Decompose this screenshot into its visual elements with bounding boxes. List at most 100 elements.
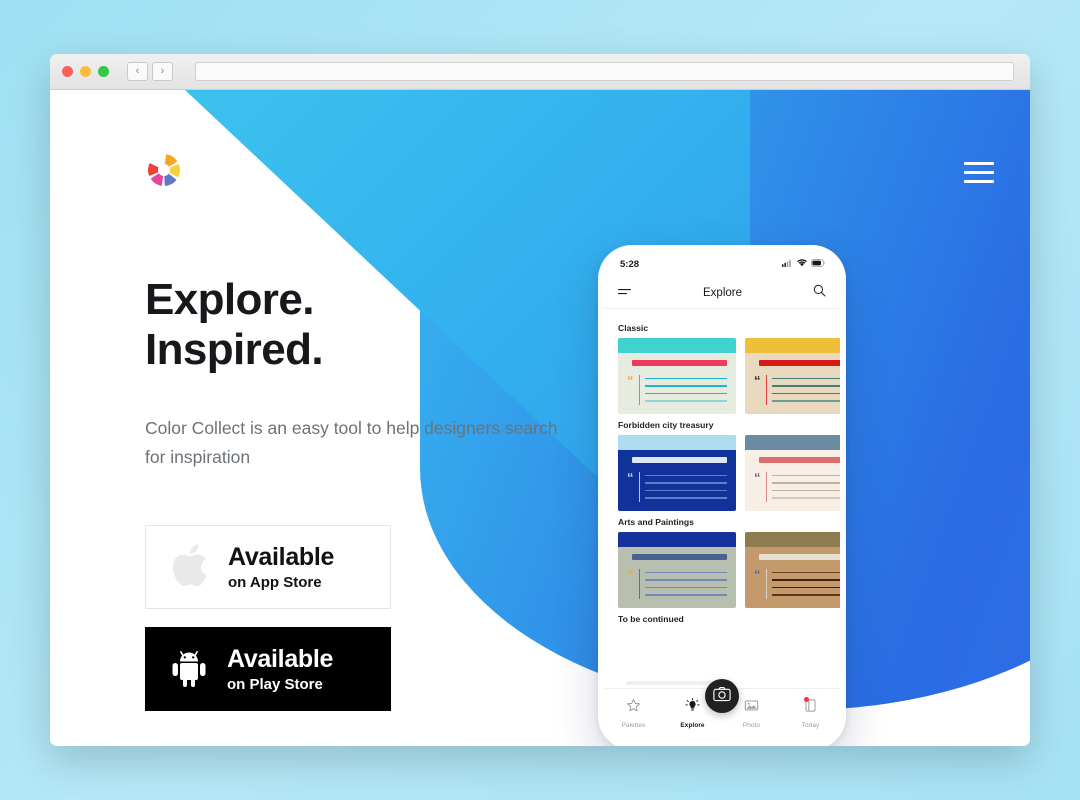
card-body: “	[745, 353, 840, 414]
card-title-bar	[759, 360, 840, 366]
card-line	[772, 392, 840, 395]
tab-photo[interactable]: Photo	[732, 698, 772, 729]
phone-tab-bar: Palettes Explore Photo Today	[604, 679, 840, 744]
card-header-band	[745, 435, 840, 450]
card-body: “	[618, 547, 736, 608]
hamburger-line	[964, 180, 994, 183]
card-line	[772, 482, 840, 484]
card-text-lines	[772, 569, 840, 596]
palette-card[interactable]: “	[618, 435, 736, 511]
palette-card[interactable]: “	[618, 338, 736, 414]
hero-subtext: Color Collect is an easy tool to help de…	[145, 418, 558, 468]
hamburger-menu-icon[interactable]	[964, 162, 994, 183]
tab-palettes-label: Palettes	[621, 722, 646, 729]
card-line	[772, 378, 840, 380]
card-line	[645, 392, 727, 395]
card-line	[645, 400, 727, 402]
palette-feed[interactable]: Classic “ “ Forbidden city treasury “ “ …	[604, 309, 840, 688]
palette-card[interactable]: “	[618, 532, 736, 608]
filter-lines-icon[interactable]	[618, 284, 632, 302]
palette-card[interactable]: “	[745, 435, 840, 511]
card-line	[645, 572, 727, 574]
card-line	[772, 594, 840, 596]
card-header-band	[618, 532, 736, 547]
palette-group: Forbidden city treasury “ “	[604, 420, 840, 511]
landing-page: Explore. Inspired. Color Collect is an e…	[50, 90, 1030, 746]
palette-card-row: “ “	[618, 435, 840, 511]
palette-card[interactable]: “	[745, 532, 840, 608]
palette-group-title: Forbidden city treasury	[618, 420, 714, 430]
tab-today[interactable]: Today	[791, 697, 831, 729]
lightbulb-icon	[685, 698, 700, 718]
phone-notch	[676, 251, 768, 268]
back-button[interactable]: ‹	[127, 62, 148, 81]
hero-section: Explore. Inspired. Color Collect is an e…	[145, 275, 575, 472]
scroll-handle[interactable]	[626, 681, 712, 685]
close-window-button[interactable]	[62, 66, 73, 77]
phone-mockup: 5:28 Explore Classic “ “ Forbidden city …	[598, 245, 846, 746]
card-header-band	[618, 435, 736, 450]
card-content-row: “	[754, 471, 840, 502]
battery-icon	[810, 258, 826, 270]
card-line	[645, 378, 727, 380]
browser-chrome-bar: ‹ ›	[50, 54, 1030, 90]
card-body: “	[745, 547, 840, 608]
app-store-button[interactable]: Available on App Store	[145, 525, 391, 609]
palette-group: To be continued	[604, 614, 840, 624]
card-line	[645, 482, 727, 484]
palette-group: Classic “ “	[604, 323, 840, 414]
window-controls	[62, 66, 109, 77]
card-accent-bar	[765, 375, 768, 405]
maximize-window-button[interactable]	[98, 66, 109, 77]
card-line	[772, 572, 840, 574]
tab-today-label: Today	[801, 722, 820, 729]
phone-screen: 5:28 Explore Classic “ “ Forbidden city …	[604, 251, 840, 744]
palette-card[interactable]: “	[745, 338, 840, 414]
card-header-band	[745, 532, 840, 547]
card-line	[772, 400, 840, 402]
photo-icon	[744, 698, 759, 718]
play-store-big-label: Available	[227, 644, 334, 673]
cellular-signal-icon	[782, 259, 793, 270]
palette-group-title: To be continued	[618, 614, 684, 624]
status-time: 5:28	[620, 258, 640, 270]
card-text-lines	[772, 472, 840, 499]
navigation-buttons: ‹ ›	[127, 62, 173, 81]
store-buttons: Available on App Store Available on Play…	[145, 525, 391, 711]
headline-line-1: Explore.	[145, 275, 314, 324]
card-accent-bar	[638, 569, 641, 599]
card-accent-bar	[638, 375, 641, 405]
minimize-window-button[interactable]	[80, 66, 91, 77]
card-title-bar	[759, 457, 840, 463]
card-accent-bar	[765, 472, 768, 502]
card-header-band	[618, 338, 736, 353]
phone-screen-title: Explore	[703, 286, 742, 299]
card-line	[645, 594, 727, 596]
card-line	[772, 497, 840, 499]
headline-line-2: Inspired.	[145, 324, 324, 374]
card-line	[772, 385, 840, 387]
card-title-bar	[632, 360, 727, 366]
forward-button[interactable]: ›	[152, 62, 173, 81]
tab-palettes[interactable]: Palettes	[614, 698, 654, 729]
camera-icon	[713, 686, 731, 707]
card-line	[645, 586, 727, 589]
card-line	[645, 489, 727, 492]
star-icon	[626, 698, 641, 718]
card-line	[772, 586, 840, 589]
card-header-band	[745, 338, 840, 353]
palette-card-row: “ “	[618, 532, 840, 608]
card-content-row: “	[627, 374, 727, 405]
quote-mark-icon: “	[627, 470, 634, 485]
card-content-row: “	[754, 568, 840, 599]
address-bar[interactable]	[195, 62, 1014, 81]
card-title-bar	[759, 554, 840, 560]
play-store-button[interactable]: Available on Play Store	[145, 627, 391, 711]
card-line	[645, 385, 727, 387]
today-icon	[803, 697, 818, 718]
card-line	[772, 489, 840, 492]
card-line	[645, 475, 727, 477]
color-collect-aperture-logo[interactable]	[144, 150, 184, 190]
card-text-lines	[645, 375, 727, 402]
search-icon[interactable]	[813, 284, 826, 302]
